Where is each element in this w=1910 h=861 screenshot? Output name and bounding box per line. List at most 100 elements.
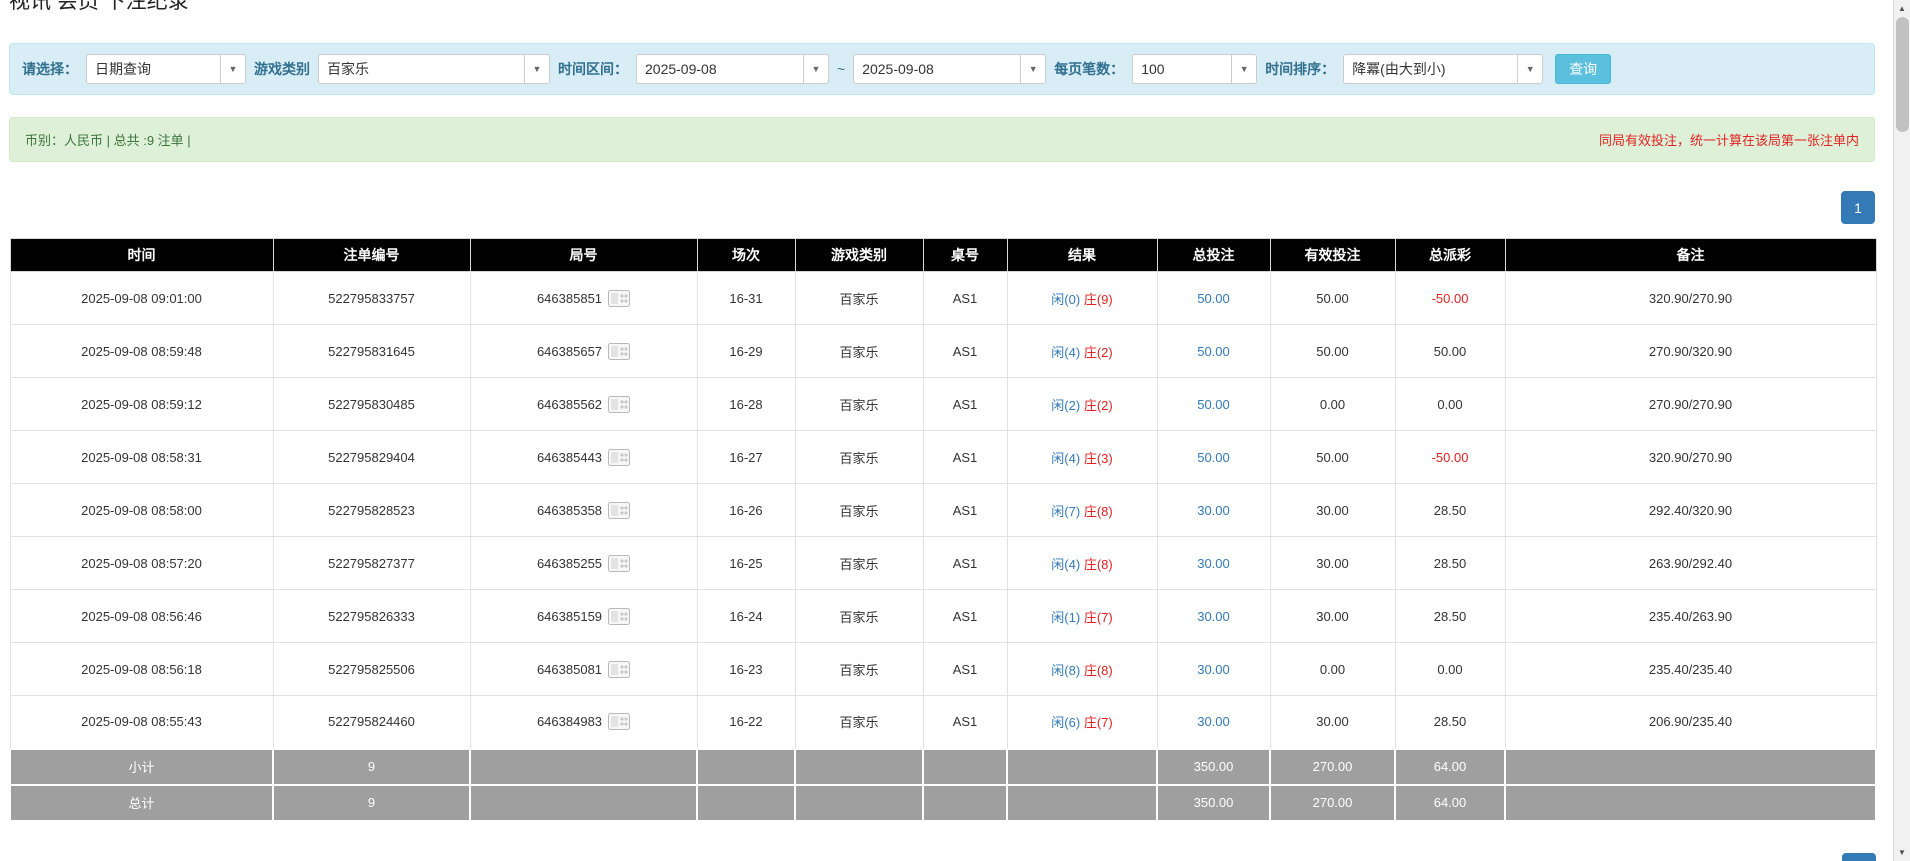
- column-header: 备注: [1505, 239, 1876, 272]
- chevron-down-icon[interactable]: ▼: [1231, 55, 1256, 83]
- total-bet-link[interactable]: 30.00: [1197, 503, 1230, 518]
- total-bet-link[interactable]: 50.00: [1197, 291, 1230, 306]
- valid-bet-cell: 30.00: [1270, 484, 1395, 537]
- game-type-select[interactable]: 百家乐 ▼: [318, 54, 550, 84]
- payout-cell: 28.50: [1395, 537, 1505, 590]
- table-row: 2025-09-08 08:57:20 522795827377 6463852…: [10, 537, 1876, 590]
- query-button[interactable]: 查询: [1555, 54, 1611, 84]
- empty-cell: [697, 785, 795, 821]
- table-row: 2025-09-08 09:01:00 522795833757 6463858…: [10, 272, 1876, 325]
- game-type-value: 百家乐: [319, 55, 524, 83]
- result-cell: 闲(0) 庄(9): [1007, 272, 1157, 325]
- pagination-top: 1: [9, 191, 1875, 224]
- filter-bar: 请选择： 日期查询 ▼ 游戏类别 百家乐 ▼ 时间区间： 2025-09-08 …: [9, 43, 1875, 95]
- result-cell: 闲(1) 庄(7): [1007, 590, 1157, 643]
- total-bet-link[interactable]: 50.00: [1197, 450, 1230, 465]
- road-map-icon[interactable]: [608, 502, 630, 519]
- total-bet-cell: 30.00: [1157, 590, 1270, 643]
- chevron-down-icon[interactable]: ▼: [524, 55, 549, 83]
- time-cell: 2025-09-08 08:59:12: [10, 378, 273, 431]
- scrollbar-thumb[interactable]: [1896, 17, 1909, 132]
- round-number: 646385851: [537, 291, 602, 306]
- table-header-row: 时间注单编号局号场次游戏类别桌号结果总投注有效投注总派彩备注: [10, 239, 1876, 272]
- payout-cell: 0.00: [1395, 643, 1505, 696]
- subtotal-row: 小计 9 350.00 270.00 64.00: [10, 749, 1876, 785]
- game-type-cell: 百家乐: [795, 696, 923, 749]
- sort-order-select[interactable]: 降冪(由大到小) ▼: [1343, 54, 1543, 84]
- empty-cell: [795, 785, 923, 821]
- road-map-icon[interactable]: [608, 713, 630, 730]
- round-number: 646385255: [537, 556, 602, 571]
- remark-cell: 235.40/263.90: [1505, 590, 1876, 643]
- valid-bet-cell: 30.00: [1270, 696, 1395, 749]
- result-cell: 闲(6) 庄(7): [1007, 696, 1157, 749]
- road-map-icon[interactable]: [608, 343, 630, 360]
- valid-bet-cell: 0.00: [1270, 643, 1395, 696]
- valid-bet-cell: 30.00: [1270, 590, 1395, 643]
- session-cell: 16-28: [697, 378, 795, 431]
- result-cell: 闲(4) 庄(8): [1007, 537, 1157, 590]
- empty-cell: [470, 785, 697, 821]
- date-to-input[interactable]: 2025-09-08 ▼: [853, 54, 1046, 84]
- bet-id-cell: 522795827377: [273, 537, 470, 590]
- chevron-down-icon[interactable]: ▼: [803, 55, 828, 83]
- per-page-input[interactable]: 100 ▼: [1132, 54, 1257, 84]
- grand-total-row: 总计 9 350.00 270.00 64.00: [10, 785, 1876, 821]
- time-cell: 2025-09-08 08:56:18: [10, 643, 273, 696]
- total-bet-link[interactable]: 30.00: [1197, 556, 1230, 571]
- column-header: 有效投注: [1270, 239, 1395, 272]
- vertical-scrollbar[interactable]: ▲ ▼: [1893, 0, 1910, 861]
- total-bet-link[interactable]: 30.00: [1197, 714, 1230, 729]
- total-bet-link[interactable]: 30.00: [1197, 662, 1230, 677]
- round-cell: 646385851: [470, 272, 697, 325]
- valid-bet-cell: 50.00: [1270, 325, 1395, 378]
- total-bet-cell: 30.00: [1157, 484, 1270, 537]
- time-cell: 2025-09-08 08:57:20: [10, 537, 273, 590]
- road-map-icon[interactable]: [608, 608, 630, 625]
- column-header: 结果: [1007, 239, 1157, 272]
- grand-total-count: 9: [273, 785, 470, 821]
- road-map-icon[interactable]: [608, 396, 630, 413]
- round-number: 646385443: [537, 450, 602, 465]
- banker-result: 庄(3): [1084, 451, 1113, 466]
- table-row: 2025-09-08 08:56:18 522795825506 6463850…: [10, 643, 1876, 696]
- road-map-icon[interactable]: [608, 449, 630, 466]
- result-cell: 闲(4) 庄(3): [1007, 431, 1157, 484]
- round-number: 646385081: [537, 662, 602, 677]
- round-cell: 646384983: [470, 696, 697, 749]
- date-from-value: 2025-09-08: [637, 55, 803, 83]
- banker-result: 庄(9): [1084, 292, 1113, 307]
- chevron-down-icon[interactable]: ▼: [1020, 55, 1045, 83]
- road-map-icon[interactable]: [608, 555, 630, 572]
- total-bet-link[interactable]: 30.00: [1197, 609, 1230, 624]
- date-from-input[interactable]: 2025-09-08 ▼: [636, 54, 829, 84]
- per-page-label: 每页笔数：: [1054, 59, 1124, 79]
- table-no-cell: AS1: [923, 272, 1007, 325]
- bet-records-table: 时间注单编号局号场次游戏类别桌号结果总投注有效投注总派彩备注 2025-09-0…: [9, 238, 1877, 822]
- remark-cell: 320.90/270.90: [1505, 272, 1876, 325]
- table-no-cell: AS1: [923, 431, 1007, 484]
- result-cell: 闲(2) 庄(2): [1007, 378, 1157, 431]
- total-bet-link[interactable]: 50.00: [1197, 397, 1230, 412]
- scroll-down-icon[interactable]: ▼: [1894, 844, 1910, 861]
- query-type-select[interactable]: 日期查询 ▼: [86, 54, 246, 84]
- payout-cell: 28.50: [1395, 590, 1505, 643]
- road-map-icon[interactable]: [608, 290, 630, 307]
- banker-result: 庄(7): [1084, 715, 1113, 730]
- remark-cell: 320.90/270.90: [1505, 431, 1876, 484]
- page-1-button-bottom[interactable]: 1: [1842, 853, 1876, 861]
- payout-cell: 28.50: [1395, 696, 1505, 749]
- empty-cell: [697, 749, 795, 785]
- date-range-separator: ~: [837, 61, 845, 77]
- main-content: 视讯 会员 下注纪录 请选择： 日期查询 ▼ 游戏类别 百家乐 ▼ 时间区间： …: [9, 0, 1875, 822]
- bet-id-cell: 522795828523: [273, 484, 470, 537]
- total-bet-link[interactable]: 50.00: [1197, 344, 1230, 359]
- bet-id-cell: 522795826333: [273, 590, 470, 643]
- chevron-down-icon[interactable]: ▼: [220, 55, 245, 83]
- scroll-up-icon[interactable]: ▲: [1894, 0, 1910, 17]
- table-no-cell: AS1: [923, 537, 1007, 590]
- round-cell: 646385358: [470, 484, 697, 537]
- page-1-button[interactable]: 1: [1841, 191, 1875, 224]
- road-map-icon[interactable]: [608, 661, 630, 678]
- chevron-down-icon[interactable]: ▼: [1517, 55, 1542, 83]
